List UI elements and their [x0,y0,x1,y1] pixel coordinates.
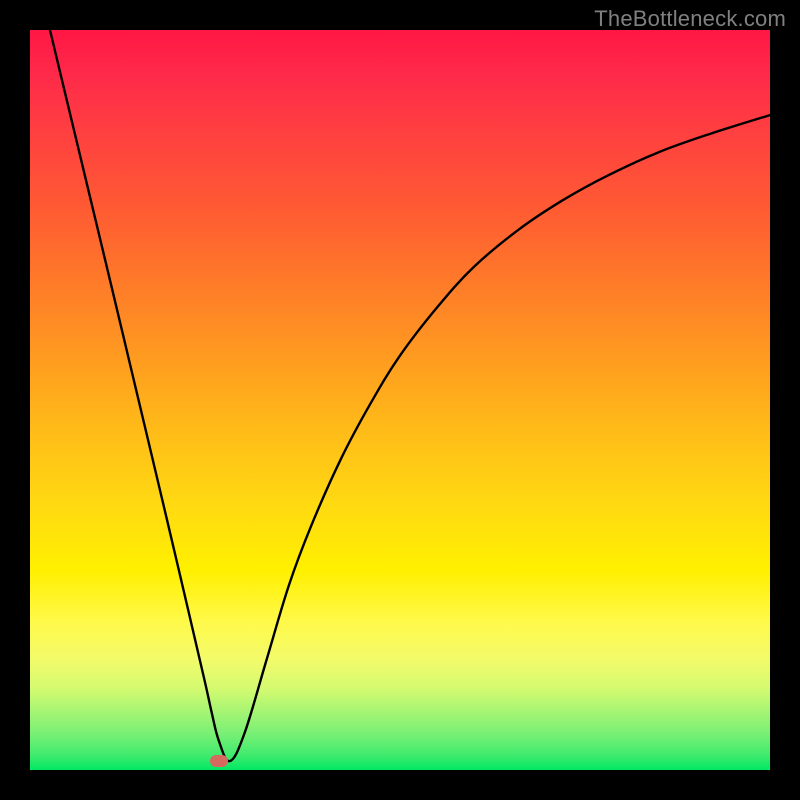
plot-area [30,30,770,770]
chart-frame: TheBottleneck.com [0,0,800,800]
minimum-marker [210,755,228,767]
watermark-text: TheBottleneck.com [594,6,786,32]
bottleneck-curve [30,30,770,770]
